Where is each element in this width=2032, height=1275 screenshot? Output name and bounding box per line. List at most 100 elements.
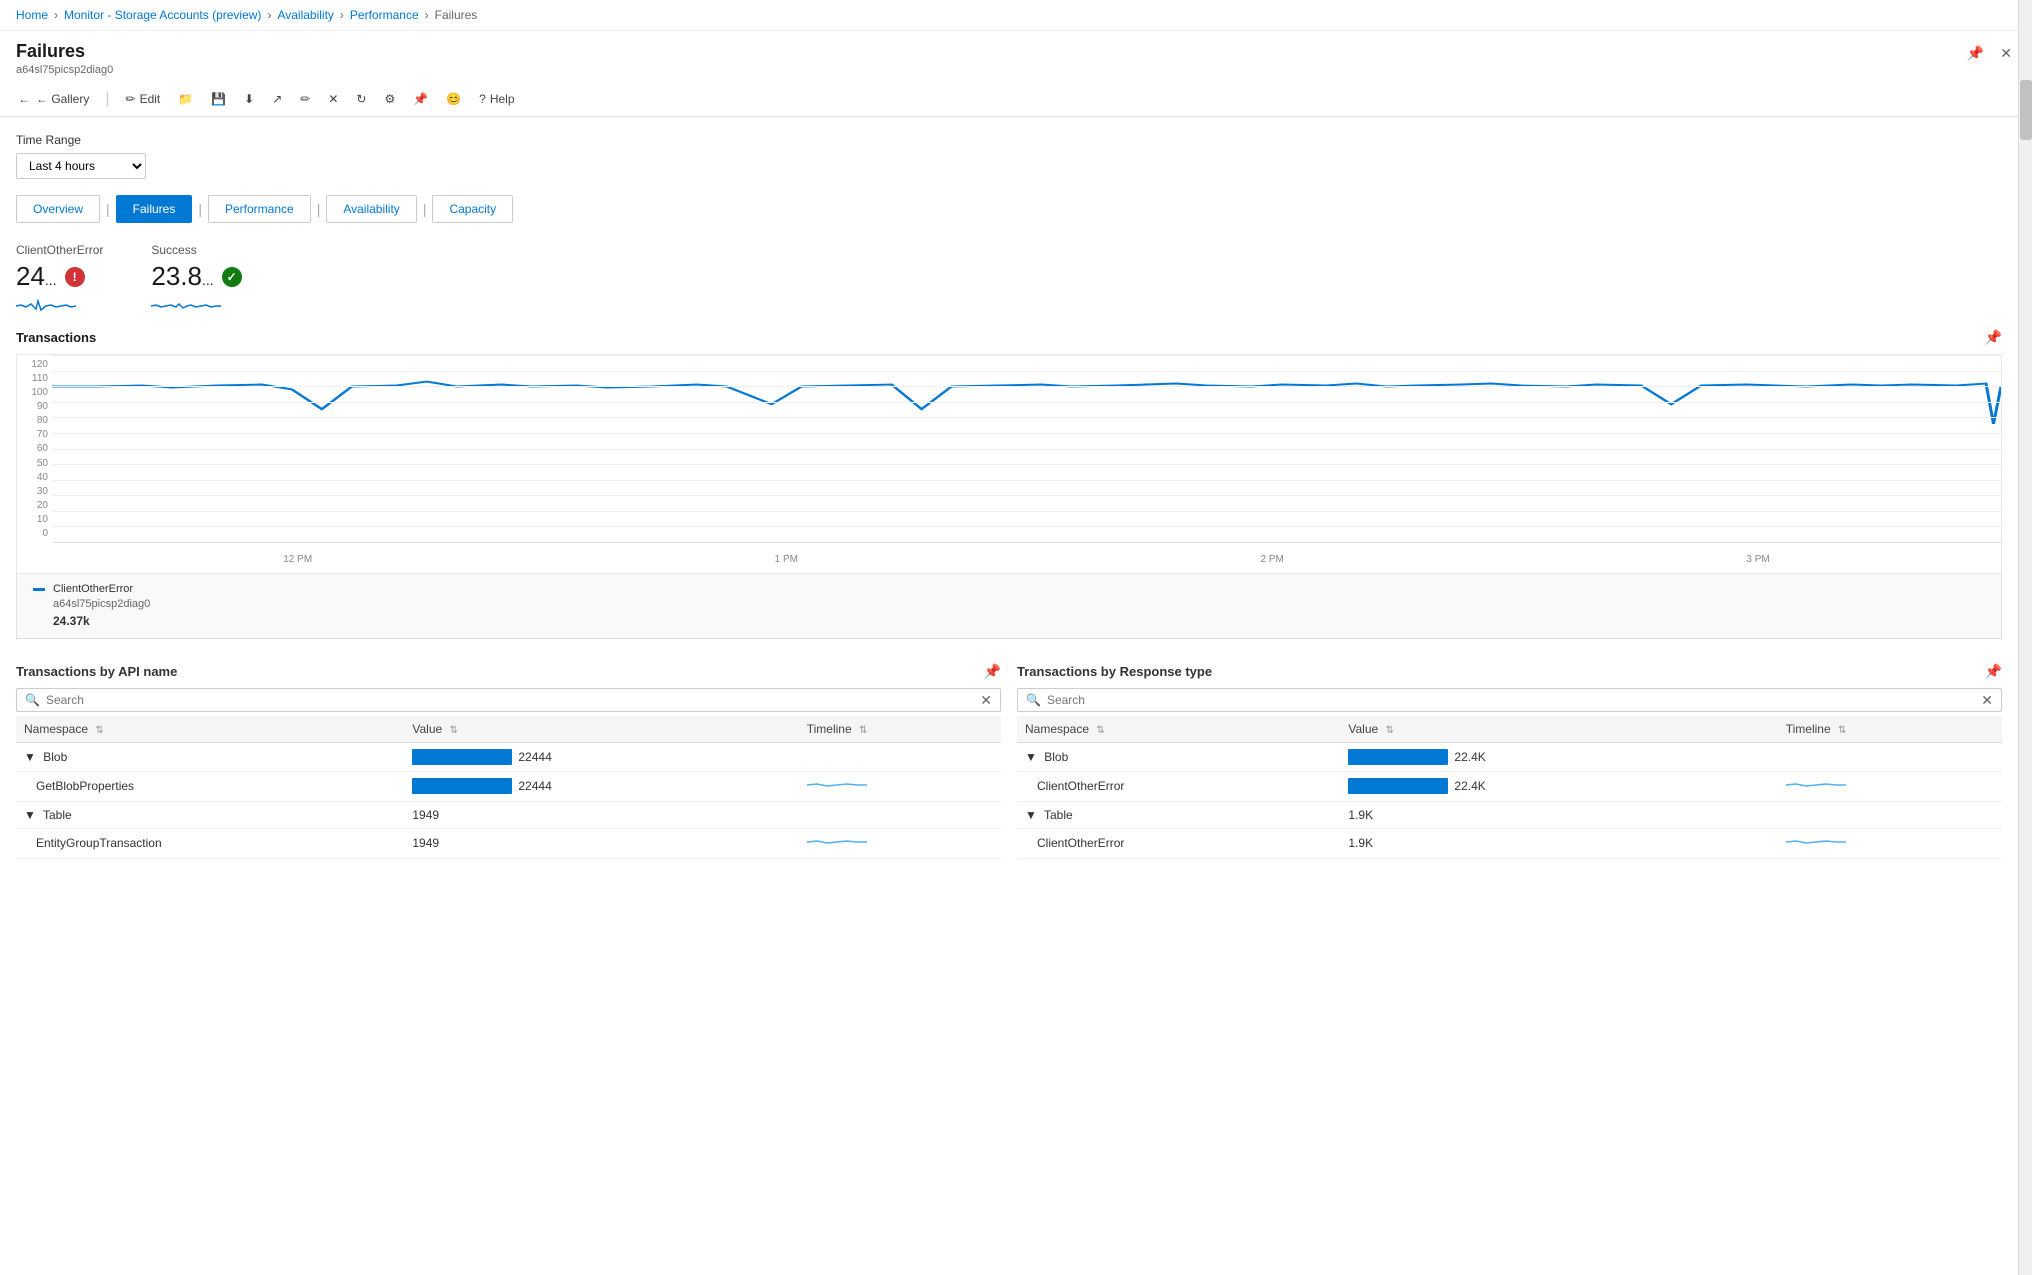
folder-button[interactable]: 📁 xyxy=(176,88,195,110)
col-value: Value ⇅ xyxy=(1340,716,1777,743)
table-response-section: Transactions by Response type 📌 🔍 ✕ Name… xyxy=(1017,663,2002,859)
expand-blob-resp-icon[interactable]: ▼ xyxy=(1025,750,1037,764)
pin-icon: 📌 xyxy=(413,92,428,106)
download-button[interactable]: ⬇ xyxy=(242,88,256,110)
refresh-icon: ↻ xyxy=(356,92,366,106)
emoji-icon: 😊 xyxy=(446,92,461,106)
transactions-title: Transactions xyxy=(16,330,96,345)
metric-success-label: Success xyxy=(151,243,241,257)
arrow-left-icon: ← xyxy=(18,92,30,106)
close-window-button[interactable]: ✕ xyxy=(1996,41,2016,66)
table-api-search-input[interactable] xyxy=(46,693,974,707)
expand-table-icon[interactable]: ▼ xyxy=(24,808,36,822)
page-subtitle: a64sl75picsp2diag0 xyxy=(16,64,113,76)
search-icon: 🔍 xyxy=(25,693,40,707)
metric-client-value: 24... xyxy=(16,261,57,292)
toolbar: ← ← Gallery | ✏ Edit 📁 💾 ⬇ ↗ ✏ ✕ ↻ ⚙ 📌 😊… xyxy=(0,82,2032,117)
time-range-select[interactable]: Last 4 hours Last 1 hour Last 12 hours L… xyxy=(16,153,146,179)
table-response: Namespace ⇅ Value ⇅ Timeline ⇅ ▼ Blob xyxy=(1017,716,2002,859)
save-button[interactable]: 💾 xyxy=(209,88,228,110)
expand-table-resp-icon[interactable]: ▼ xyxy=(1025,808,1037,822)
gallery-button[interactable]: ← ← Gallery xyxy=(16,88,91,110)
tab-availability[interactable]: Availability xyxy=(326,195,416,223)
pin-toolbar-button[interactable]: 📌 xyxy=(411,88,430,110)
page-header: Failures a64sl75picsp2diag0 📌 ✕ xyxy=(0,31,2032,82)
metric-client-label: ClientOtherError xyxy=(16,243,103,257)
breadcrumb: Home › Monitor - Storage Accounts (previ… xyxy=(0,0,2032,31)
getblob-bar xyxy=(412,778,512,794)
breadcrumb-current: Failures xyxy=(435,8,478,22)
transactions-section: Transactions 📌 120 110 100 90 80 70 60 5… xyxy=(16,329,2002,639)
table-row: ▼ Blob 22444 xyxy=(16,742,1001,771)
share-icon: ↗ xyxy=(272,92,282,106)
metric-success-status-icon: ✓ xyxy=(222,267,242,287)
bottom-tables: Transactions by API name 📌 🔍 ✕ Namespace… xyxy=(16,663,2002,883)
table-response-pin-icon[interactable]: 📌 xyxy=(1985,663,2002,680)
table-row: EntityGroupTransaction 1949 xyxy=(16,828,1001,858)
col-timeline: Timeline ⇅ xyxy=(1778,716,2002,743)
col-value: Value ⇅ xyxy=(404,716,798,743)
pencil-icon: ✏ xyxy=(126,92,136,106)
table-api-pin-icon[interactable]: 📌 xyxy=(984,663,1001,680)
table-response-search-bar: 🔍 ✕ xyxy=(1017,688,2002,712)
chart-plot-area xyxy=(52,355,2001,543)
breadcrumb-monitor[interactable]: Monitor - Storage Accounts (preview) xyxy=(64,8,261,22)
download-icon: ⬇ xyxy=(244,92,254,106)
table-response-search-clear[interactable]: ✕ xyxy=(1981,693,1993,707)
close-icon: ✕ xyxy=(328,92,338,106)
table-row: ClientOtherError 22.4K xyxy=(1017,771,2002,801)
breadcrumb-availability[interactable]: Availability xyxy=(277,8,333,22)
breadcrumb-performance[interactable]: Performance xyxy=(350,8,419,22)
emoji-button[interactable]: 😊 xyxy=(444,88,463,110)
tab-capacity[interactable]: Capacity xyxy=(432,195,513,223)
edit-button[interactable]: ✏ Edit xyxy=(124,88,163,110)
edit-icon: ✏ xyxy=(300,92,310,106)
expand-blob-icon[interactable]: ▼ xyxy=(24,750,36,764)
tab-bar: Overview | Failures | Performance | Avai… xyxy=(16,195,2002,223)
pin-window-button[interactable]: 📌 xyxy=(1963,41,1988,66)
metric-client-other-error: ClientOtherError 24... ! xyxy=(16,243,103,319)
table-api-section: Transactions by API name 📌 🔍 ✕ Namespace… xyxy=(16,663,1001,859)
save-icon: 💾 xyxy=(211,92,226,106)
metric-client-sparkline xyxy=(16,296,103,319)
table-api-search-clear[interactable]: ✕ xyxy=(980,693,992,707)
scrollbar-track[interactable] xyxy=(2018,0,2032,1275)
search-icon: 🔍 xyxy=(1026,693,1041,707)
tab-overview[interactable]: Overview xyxy=(16,195,100,223)
question-icon: ? xyxy=(479,92,486,106)
close-toolbar-button[interactable]: ✕ xyxy=(326,88,340,110)
share-button[interactable]: ↗ xyxy=(270,88,284,110)
col-timeline: Timeline ⇅ xyxy=(799,716,1001,743)
table-row: ▼ Blob 22.4K xyxy=(1017,742,2002,771)
table-row: ▼ Table 1.9K xyxy=(1017,801,2002,828)
chart-legend: ClientOtherError a64sl75picsp2diag0 24.3… xyxy=(16,574,2002,639)
breadcrumb-home[interactable]: Home xyxy=(16,8,48,22)
legend-label: ClientOtherError xyxy=(53,582,150,597)
help-button[interactable]: ? Help xyxy=(477,88,516,110)
gear-icon: ⚙ xyxy=(384,92,395,106)
refresh-button[interactable]: ↻ xyxy=(354,88,368,110)
table-response-title: Transactions by Response type xyxy=(1017,664,1212,679)
time-range-section: Time Range Last 4 hours Last 1 hour Last… xyxy=(16,133,2002,179)
main-content: Time Range Last 4 hours Last 1 hour Last… xyxy=(0,117,2018,883)
tab-failures[interactable]: Failures xyxy=(116,195,193,223)
blob-resp-bar xyxy=(1348,749,1448,765)
edit2-button[interactable]: ✏ xyxy=(298,88,312,110)
metric-success: Success 23.8... ✓ xyxy=(151,243,241,319)
transactions-chart: 120 110 100 90 80 70 60 50 40 30 20 10 0 xyxy=(16,354,2002,574)
transactions-pin-icon[interactable]: 📌 xyxy=(1985,329,2002,346)
page-title: Failures xyxy=(16,41,113,62)
tab-performance[interactable]: Performance xyxy=(208,195,311,223)
time-range-label: Time Range xyxy=(16,133,2002,147)
metric-client-status-icon: ! xyxy=(65,267,85,287)
table-api-search-bar: 🔍 ✕ xyxy=(16,688,1001,712)
table-response-search-input[interactable] xyxy=(1047,693,1975,707)
metrics-row: ClientOtherError 24... ! Success 23.8...… xyxy=(16,223,2002,329)
scrollbar-thumb[interactable] xyxy=(2020,80,2032,140)
settings-button[interactable]: ⚙ xyxy=(382,88,397,110)
table-row: ClientOtherError 1.9K xyxy=(1017,828,2002,858)
folder-icon: 📁 xyxy=(178,92,193,106)
legend-value: 24.37k xyxy=(53,613,150,630)
table-api-title: Transactions by API name xyxy=(16,664,177,679)
col-namespace: Namespace ⇅ xyxy=(16,716,404,743)
